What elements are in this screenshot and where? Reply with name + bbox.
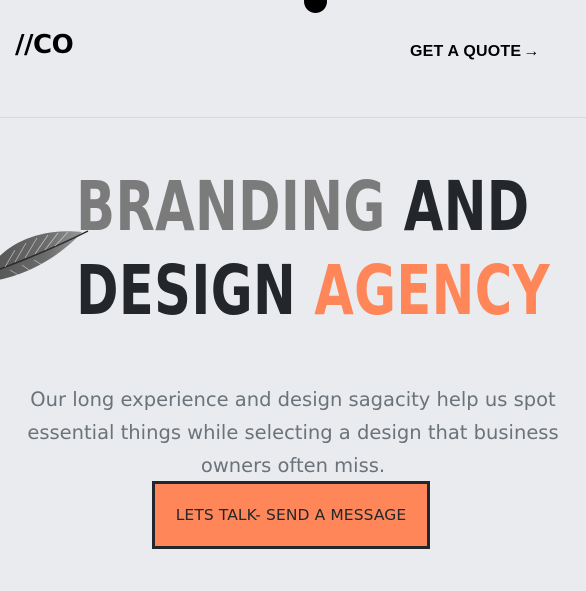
site-header: //CO GET A QUOTE → (0, 0, 586, 118)
arrow-right-icon: → (523, 43, 540, 60)
get-a-quote-link[interactable]: GET A QUOTE → (410, 43, 539, 61)
title-word-branding: BRANDING (76, 167, 386, 247)
send-message-button[interactable]: LETS TALK- SEND A MESSAGE (152, 481, 430, 549)
logo[interactable]: //CO (15, 30, 74, 60)
hero-title: BRANDING AND DESIGN AGENCY (76, 165, 549, 333)
hero-description: Our long experience and design sagacity … (27, 387, 559, 477)
title-word-agency: AGENCY (314, 251, 550, 331)
hero-title-line-2: DESIGN AGENCY (76, 249, 549, 333)
get-a-quote-label: GET A QUOTE (410, 43, 522, 60)
hero-title-line-1: BRANDING AND (76, 165, 529, 249)
title-word-design: DESIGN (76, 251, 297, 331)
title-word-and: AND (403, 167, 530, 247)
